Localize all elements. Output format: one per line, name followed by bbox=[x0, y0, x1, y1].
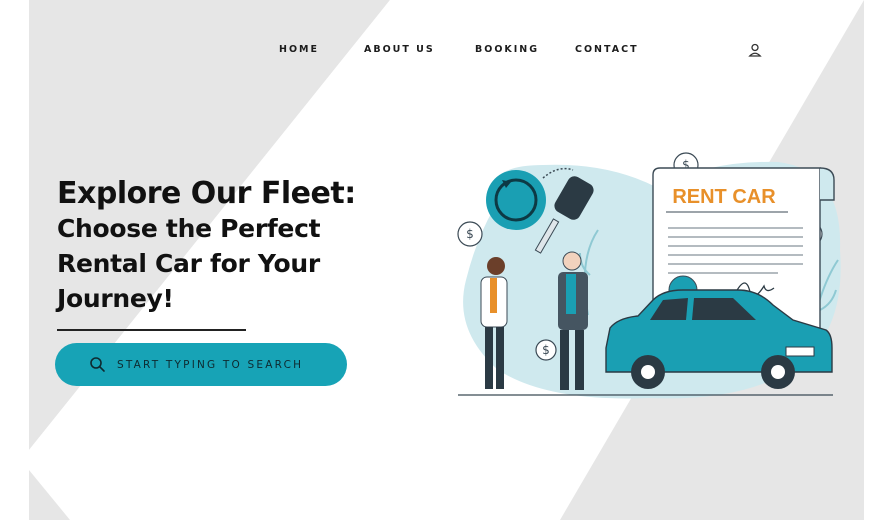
hero-title-line-1: Explore Our Fleet: bbox=[57, 176, 356, 211]
hero-title-line-2: Choose the Perfect bbox=[57, 214, 321, 243]
user-icon[interactable] bbox=[747, 42, 763, 58]
hero-title: Explore Our Fleet: Choose the Perfect Re… bbox=[57, 176, 417, 316]
hero-title-line-4: Journey! bbox=[57, 284, 174, 313]
search-input[interactable] bbox=[117, 343, 327, 386]
nav-home[interactable]: HOME bbox=[279, 44, 319, 55]
contract-heading: RENT CAR bbox=[672, 186, 776, 208]
hero-title-line-3: Rental Car for Your bbox=[57, 249, 320, 278]
nav-booking[interactable]: BOOKING bbox=[475, 44, 539, 55]
rental-cycle-icon bbox=[486, 170, 546, 230]
search-icon[interactable] bbox=[89, 356, 106, 373]
rent-car-illustration: $$$$ RENT CAR bbox=[457, 152, 841, 399]
search-bar[interactable] bbox=[55, 343, 347, 386]
title-underline bbox=[57, 329, 246, 331]
nav-contact[interactable]: CONTACT bbox=[575, 44, 639, 55]
svg-text:$: $ bbox=[542, 343, 550, 357]
svg-text:$: $ bbox=[466, 227, 474, 241]
nav-about-us[interactable]: ABOUT US bbox=[364, 44, 435, 55]
